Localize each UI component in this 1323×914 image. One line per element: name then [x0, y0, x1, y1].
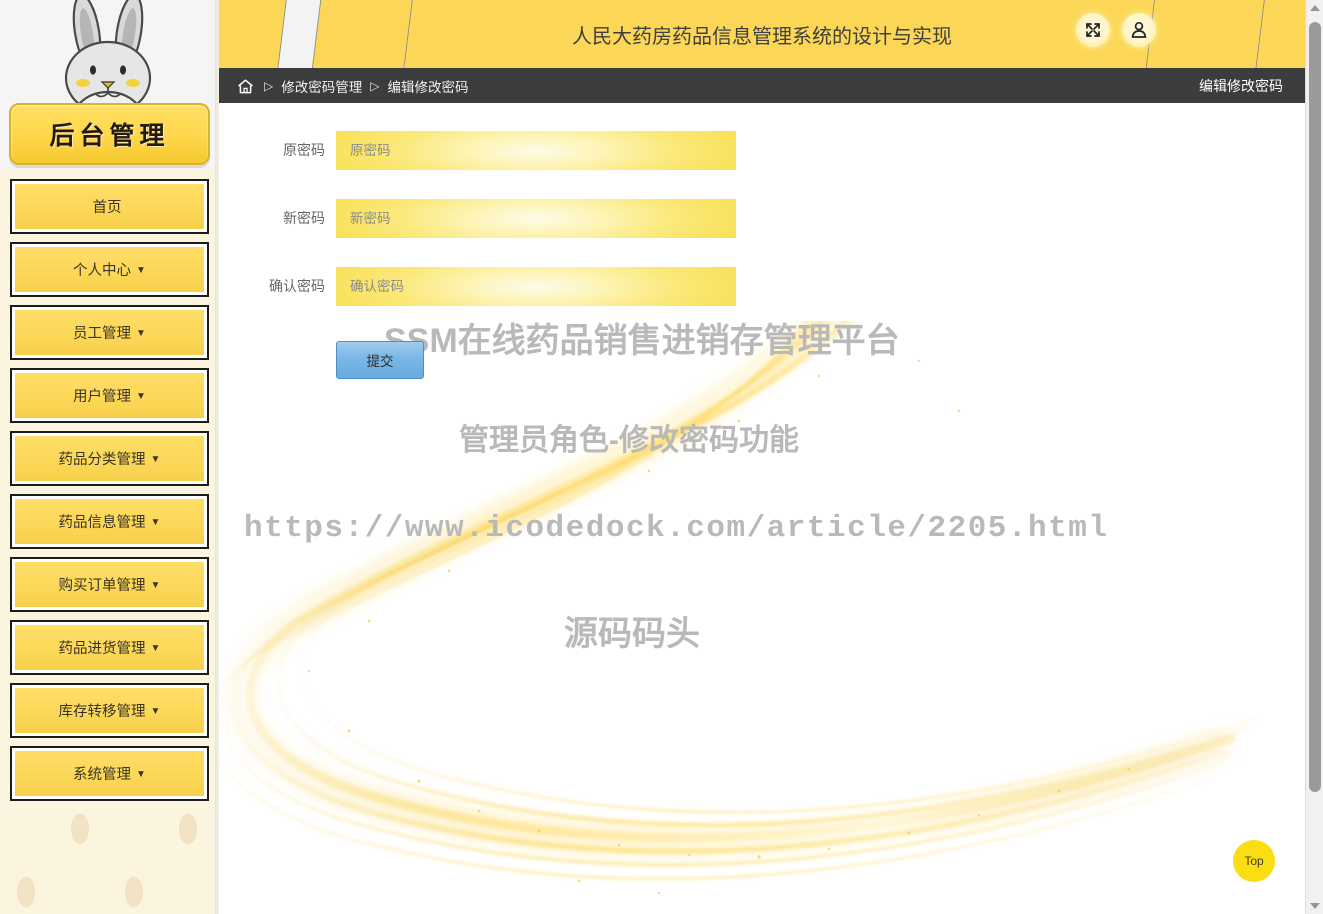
breadcrumb-item-2[interactable]: 编辑修改密码: [387, 76, 468, 96]
sidebar-item-label: 系统管理: [73, 767, 132, 783]
sidebar-scroll-area: 后台管理 首页 个人中心 ▼ 员工管理 ▼ 用户管理 ▼ 药品分类管理 ▼ 药品…: [0, 0, 219, 914]
header-bar: 人民大药房药品信息管理系统的设计与实现: [219, 0, 1305, 68]
scroll-up-arrow-icon[interactable]: [1306, 0, 1323, 16]
user-icon[interactable]: [1122, 13, 1156, 47]
form-row-confirm-password: 确认密码: [219, 267, 1305, 335]
sidebar-item-label: 首页: [92, 200, 122, 216]
sidebar-item-drug-stocking-management[interactable]: 药品进货管理 ▼: [10, 620, 209, 675]
sidebar-item-label: 药品分类管理: [58, 452, 146, 468]
sidebar-item-purchase-order-management[interactable]: 购买订单管理 ▼: [10, 557, 209, 612]
chevron-down-icon: ▼: [150, 705, 161, 717]
sidebar: 后台管理 首页 个人中心 ▼ 员工管理 ▼ 用户管理 ▼ 药品分类管理 ▼ 药品…: [0, 0, 219, 914]
breadcrumb-page-title-text: 编辑修改密码: [1199, 77, 1283, 94]
new-password-input[interactable]: [336, 199, 736, 238]
sidebar-item-label: 用户管理: [73, 389, 132, 405]
chevron-down-icon: ▼: [136, 390, 146, 402]
sidebar-item-label: 药品信息管理: [58, 515, 146, 531]
form-row-new-password: 新密码: [219, 199, 1305, 267]
brand-plate-label: 后台管理: [49, 121, 170, 150]
sidebar-item-system-management[interactable]: 系统管理 ▼: [10, 746, 209, 801]
chevron-down-icon: ▼: [136, 327, 146, 339]
old-password-input[interactable]: [336, 131, 736, 170]
chevron-down-icon: ▼: [136, 264, 146, 276]
sidebar-item-home[interactable]: 首页: [10, 179, 209, 234]
sidebar-item-personal-center[interactable]: 个人中心 ▼: [10, 242, 209, 297]
home-glyph: [238, 79, 253, 94]
user-glyph: [1131, 21, 1147, 38]
new-password-label: 新密码: [283, 210, 325, 226]
breadcrumb-item-1[interactable]: 修改密码管理: [281, 76, 362, 96]
old-password-label: 原密码: [283, 142, 325, 158]
golden-swoosh-decoration: [219, 321, 1262, 895]
form-row-old-password: 原密码: [219, 131, 1305, 199]
sidebar-item-staff-management[interactable]: 员工管理 ▼: [10, 305, 209, 360]
triangle-down-glyph: [1310, 903, 1320, 909]
breadcrumb-separator: ▷: [264, 78, 274, 93]
back-to-top-button[interactable]: Top: [1233, 840, 1275, 882]
sidebar-item-drug-info-management[interactable]: 药品信息管理 ▼: [10, 494, 209, 549]
confirm-password-input[interactable]: [336, 267, 736, 306]
home-icon[interactable]: [237, 78, 254, 95]
chevron-down-icon: ▼: [150, 579, 161, 591]
main-content: SSM在线药品销售进销存管理平台 管理员角色-修改密码功能 https://ww…: [219, 103, 1305, 914]
sidebar-item-label: 购买订单管理: [58, 578, 146, 594]
scroll-down-arrow-icon[interactable]: [1306, 898, 1323, 914]
breadcrumb-trail: ▷ 修改密码管理 ▷ 编辑修改密码: [237, 68, 468, 103]
sidebar-divider: [215, 0, 219, 914]
sidebar-item-user-management[interactable]: 用户管理 ▼: [10, 368, 209, 423]
page-scrollbar[interactable]: [1305, 0, 1323, 914]
brand-plate: 后台管理: [9, 103, 210, 165]
sidebar-item-label: 员工管理: [73, 326, 132, 342]
submit-button[interactable]: 提交: [336, 341, 424, 379]
sidebar-item-label: 个人中心: [73, 263, 132, 279]
sidebar-menu: 首页 个人中心 ▼ 员工管理 ▼ 用户管理 ▼ 药品分类管理 ▼ 药品信息管理 …: [0, 170, 219, 829]
chevron-down-icon: ▼: [136, 768, 146, 780]
breadcrumb-page-title: 编辑修改密码: [1199, 68, 1283, 103]
change-password-form: 原密码 新密码 确认密码 提交: [219, 103, 1305, 395]
header-fill: [405, 0, 1165, 68]
sidebar-item-inventory-transfer-management[interactable]: 库存转移管理 ▼: [10, 683, 209, 738]
form-row-submit: 提交: [219, 335, 1305, 395]
chevron-down-icon: ▼: [150, 453, 161, 465]
scrollbar-thumb[interactable]: [1309, 22, 1321, 792]
brand-panel: 后台管理: [0, 0, 219, 170]
header-stripe: [219, 0, 301, 68]
breadcrumb-separator: ▷: [370, 78, 380, 93]
chevron-down-icon: ▼: [150, 642, 161, 654]
chevron-down-icon: ▼: [150, 516, 161, 528]
sidebar-item-drug-category-management[interactable]: 药品分类管理 ▼: [10, 431, 209, 486]
breadcrumb: ▷ 修改密码管理 ▷ 编辑修改密码 编辑修改密码: [219, 68, 1305, 103]
confirm-password-label: 确认密码: [269, 278, 325, 294]
fullscreen-glyph: [1086, 23, 1100, 37]
sidebar-item-label: 药品进货管理: [58, 641, 146, 657]
triangle-up-glyph: [1310, 5, 1320, 11]
app-root: 后台管理 首页 个人中心 ▼ 员工管理 ▼ 用户管理 ▼ 药品分类管理 ▼ 药品…: [0, 0, 1323, 914]
back-to-top-label: Top: [1244, 854, 1264, 868]
sidebar-item-label: 库存转移管理: [58, 704, 146, 720]
fullscreen-icon[interactable]: [1076, 13, 1110, 47]
